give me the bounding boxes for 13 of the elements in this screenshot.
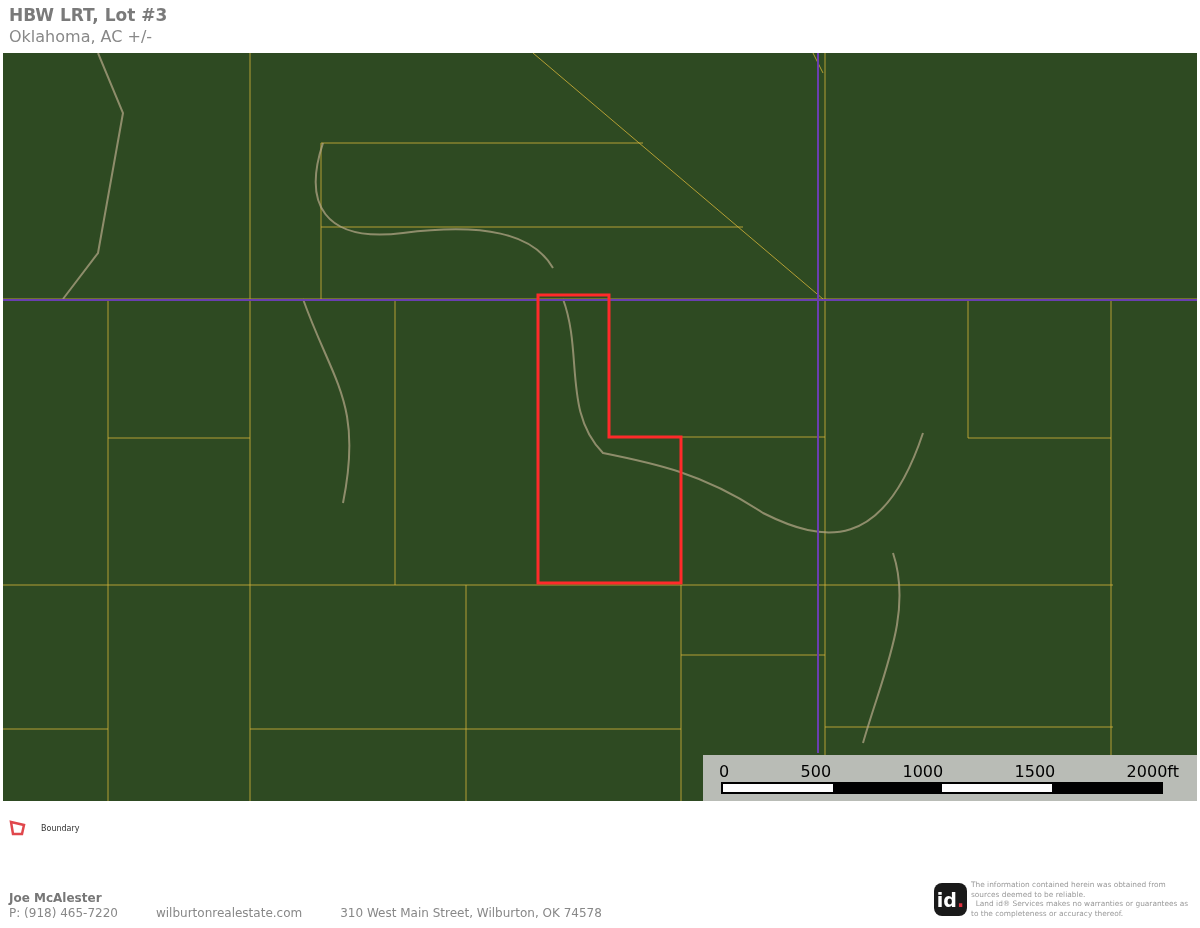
legend-label: Boundary — [41, 823, 80, 833]
scale-label: 1000 — [902, 763, 944, 781]
agent-name: Joe McAlester — [9, 891, 103, 906]
map-title: HBW LRT, Lot #3 — [9, 4, 169, 26]
website-link[interactable]: wilburtonrealestate.com — [155, 906, 303, 921]
logo: id. — [934, 883, 967, 916]
scale-label: 0 — [719, 763, 730, 781]
phone-number: P: (918) 465-7220 — [9, 906, 118, 921]
street-address: 310 West Main Street, Wilburton, OK 74578 — [340, 906, 602, 921]
scale-label: 2000ft — [1126, 763, 1179, 781]
map-subtitle: Oklahoma, AC +/- — [9, 26, 154, 48]
scale-label: 1500 — [1014, 763, 1056, 781]
scale-label: 500 — [800, 763, 832, 781]
